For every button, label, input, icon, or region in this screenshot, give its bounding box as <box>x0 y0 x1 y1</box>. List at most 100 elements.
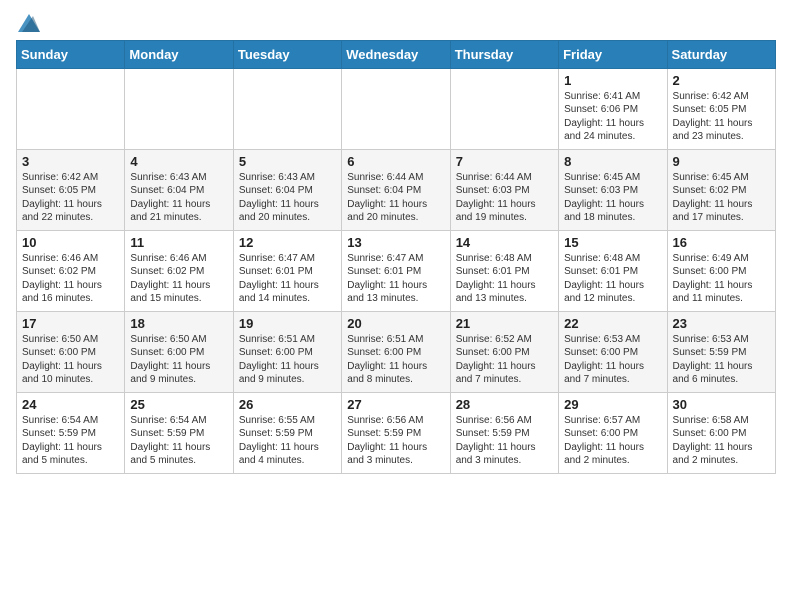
empty-cell <box>342 68 450 149</box>
week-row-3: 10 Sunrise: 6:46 AM Sunset: 6:02 PM Dayli… <box>17 230 776 311</box>
day-info-27: Sunrise: 6:56 AM Sunset: 5:59 PM Dayligh… <box>347 414 444 468</box>
day-number-14: 14 <box>456 235 553 250</box>
day-cell-16: 16 Sunrise: 6:49 AM Sunset: 6:00 PM Dayli… <box>667 230 775 311</box>
day-info-29: Sunrise: 6:57 AM Sunset: 6:00 PM Dayligh… <box>564 414 661 468</box>
day-info-30: Sunrise: 6:58 AM Sunset: 6:00 PM Dayligh… <box>673 414 770 468</box>
day-info-23: Sunrise: 6:53 AM Sunset: 5:59 PM Dayligh… <box>673 333 770 387</box>
day-number-28: 28 <box>456 397 553 412</box>
day-cell-27: 27 Sunrise: 6:56 AM Sunset: 5:59 PM Dayli… <box>342 392 450 473</box>
day-number-1: 1 <box>564 73 661 88</box>
day-number-11: 11 <box>130 235 227 250</box>
day-number-7: 7 <box>456 154 553 169</box>
day-info-24: Sunrise: 6:54 AM Sunset: 5:59 PM Dayligh… <box>22 414 119 468</box>
day-cell-28: 28Sunrise: 6:56 AM Sunset: 5:59 PM Dayli… <box>450 392 558 473</box>
week-row-5: 24 Sunrise: 6:54 AM Sunset: 5:59 PM Dayli… <box>17 392 776 473</box>
day-info-3: Sunrise: 6:42 AM Sunset: 6:05 PM Dayligh… <box>22 171 119 225</box>
day-info-13: Sunrise: 6:47 AM Sunset: 6:01 PM Dayligh… <box>347 252 444 306</box>
day-number-21: 21 <box>456 316 553 331</box>
day-info-4: Sunrise: 6:43 AM Sunset: 6:04 PM Dayligh… <box>130 171 227 225</box>
day-info-11: Sunrise: 6:46 AM Sunset: 6:02 PM Dayligh… <box>130 252 227 306</box>
day-info-1: Sunrise: 6:41 AM Sunset: 6:06 PM Dayligh… <box>564 90 661 144</box>
day-cell-7: 7 Sunrise: 6:44 AM Sunset: 6:03 PM Daylig… <box>450 149 558 230</box>
weekday-saturday: Saturday <box>667 40 775 68</box>
empty-cell <box>233 68 341 149</box>
day-cell-2: 2 Sunrise: 6:42 AM Sunset: 6:05 PM Daylig… <box>667 68 775 149</box>
day-cell-1: 1 Sunrise: 6:41 AM Sunset: 6:06 PM Daylig… <box>559 68 667 149</box>
day-cell-3: 3 Sunrise: 6:42 AM Sunset: 6:05 PM Daylig… <box>17 149 125 230</box>
day-number-12: 12 <box>239 235 336 250</box>
day-info-20: Sunrise: 6:51 AM Sunset: 6:00 PM Dayligh… <box>347 333 444 387</box>
page: SundayMondayTuesdayWednesdayThursdayFrid… <box>0 0 792 490</box>
day-info-9: Sunrise: 6:45 AM Sunset: 6:02 PM Dayligh… <box>673 171 770 225</box>
day-info-22: Sunrise: 6:53 AM Sunset: 6:00 PM Dayligh… <box>564 333 661 387</box>
logo-icon <box>18 14 40 32</box>
day-number-15: 15 <box>564 235 661 250</box>
day-cell-14: 14 Sunrise: 6:48 AM Sunset: 6:01 PM Dayli… <box>450 230 558 311</box>
day-number-10: 10 <box>22 235 119 250</box>
day-number-9: 9 <box>673 154 770 169</box>
day-info-6: Sunrise: 6:44 AM Sunset: 6:04 PM Dayligh… <box>347 171 444 225</box>
day-number-2: 2 <box>673 73 770 88</box>
day-info-12: Sunrise: 6:47 AM Sunset: 6:01 PM Dayligh… <box>239 252 336 306</box>
day-cell-24: 24 Sunrise: 6:54 AM Sunset: 5:59 PM Dayli… <box>17 392 125 473</box>
day-cell-4: 4 Sunrise: 6:43 AM Sunset: 6:04 PM Daylig… <box>125 149 233 230</box>
day-number-19: 19 <box>239 316 336 331</box>
logo <box>16 14 40 34</box>
day-info-26: Sunrise: 6:55 AM Sunset: 5:59 PM Dayligh… <box>239 414 336 468</box>
weekday-wednesday: Wednesday <box>342 40 450 68</box>
day-cell-20: 20 Sunrise: 6:51 AM Sunset: 6:00 PM Dayli… <box>342 311 450 392</box>
day-cell-30: 30 Sunrise: 6:58 AM Sunset: 6:00 PM Dayli… <box>667 392 775 473</box>
day-number-26: 26 <box>239 397 336 412</box>
day-info-25: Sunrise: 6:54 AM Sunset: 5:59 PM Dayligh… <box>130 414 227 468</box>
day-cell-15: 15 Sunrise: 6:48 AM Sunset: 6:01 PM Dayli… <box>559 230 667 311</box>
weekday-friday: Friday <box>559 40 667 68</box>
day-cell-23: 23 Sunrise: 6:53 AM Sunset: 5:59 PM Dayli… <box>667 311 775 392</box>
day-cell-29: 29 Sunrise: 6:57 AM Sunset: 6:00 PM Dayli… <box>559 392 667 473</box>
day-number-16: 16 <box>673 235 770 250</box>
weekday-header-row: SundayMondayTuesdayWednesdayThursdayFrid… <box>17 40 776 68</box>
day-info-2: Sunrise: 6:42 AM Sunset: 6:05 PM Dayligh… <box>673 90 770 144</box>
day-cell-13: 13 Sunrise: 6:47 AM Sunset: 6:01 PM Dayli… <box>342 230 450 311</box>
day-info-10: Sunrise: 6:46 AM Sunset: 6:02 PM Dayligh… <box>22 252 119 306</box>
day-cell-9: 9 Sunrise: 6:45 AM Sunset: 6:02 PM Daylig… <box>667 149 775 230</box>
day-info-15: Sunrise: 6:48 AM Sunset: 6:01 PM Dayligh… <box>564 252 661 306</box>
day-number-27: 27 <box>347 397 444 412</box>
empty-cell <box>17 68 125 149</box>
day-cell-6: 6 Sunrise: 6:44 AM Sunset: 6:04 PM Daylig… <box>342 149 450 230</box>
day-number-3: 3 <box>22 154 119 169</box>
weekday-sunday: Sunday <box>17 40 125 68</box>
weekday-thursday: Thursday <box>450 40 558 68</box>
weekday-monday: Monday <box>125 40 233 68</box>
day-number-23: 23 <box>673 316 770 331</box>
day-info-18: Sunrise: 6:50 AM Sunset: 6:00 PM Dayligh… <box>130 333 227 387</box>
day-number-6: 6 <box>347 154 444 169</box>
week-row-4: 17Sunrise: 6:50 AM Sunset: 6:00 PM Dayli… <box>17 311 776 392</box>
day-number-20: 20 <box>347 316 444 331</box>
day-cell-22: 22 Sunrise: 6:53 AM Sunset: 6:00 PM Dayli… <box>559 311 667 392</box>
day-info-17: Sunrise: 6:50 AM Sunset: 6:00 PM Dayligh… <box>22 333 119 387</box>
day-info-14: Sunrise: 6:48 AM Sunset: 6:01 PM Dayligh… <box>456 252 553 306</box>
day-number-24: 24 <box>22 397 119 412</box>
day-number-30: 30 <box>673 397 770 412</box>
day-number-4: 4 <box>130 154 227 169</box>
day-info-16: Sunrise: 6:49 AM Sunset: 6:00 PM Dayligh… <box>673 252 770 306</box>
day-info-7: Sunrise: 6:44 AM Sunset: 6:03 PM Dayligh… <box>456 171 553 225</box>
day-number-8: 8 <box>564 154 661 169</box>
day-cell-17: 17Sunrise: 6:50 AM Sunset: 6:00 PM Dayli… <box>17 311 125 392</box>
day-number-22: 22 <box>564 316 661 331</box>
day-number-13: 13 <box>347 235 444 250</box>
day-number-29: 29 <box>564 397 661 412</box>
empty-cell <box>450 68 558 149</box>
weekday-tuesday: Tuesday <box>233 40 341 68</box>
day-cell-25: 25Sunrise: 6:54 AM Sunset: 5:59 PM Dayli… <box>125 392 233 473</box>
day-cell-5: 5Sunrise: 6:43 AM Sunset: 6:04 PM Daylig… <box>233 149 341 230</box>
empty-cell <box>125 68 233 149</box>
day-cell-19: 19 Sunrise: 6:51 AM Sunset: 6:00 PM Dayli… <box>233 311 341 392</box>
day-cell-21: 21Sunrise: 6:52 AM Sunset: 6:00 PM Dayli… <box>450 311 558 392</box>
day-number-5: 5 <box>239 154 336 169</box>
day-info-19: Sunrise: 6:51 AM Sunset: 6:00 PM Dayligh… <box>239 333 336 387</box>
day-cell-10: 10 Sunrise: 6:46 AM Sunset: 6:02 PM Dayli… <box>17 230 125 311</box>
day-number-18: 18 <box>130 316 227 331</box>
day-cell-11: 11 Sunrise: 6:46 AM Sunset: 6:02 PM Dayli… <box>125 230 233 311</box>
week-row-1: 1 Sunrise: 6:41 AM Sunset: 6:06 PM Daylig… <box>17 68 776 149</box>
